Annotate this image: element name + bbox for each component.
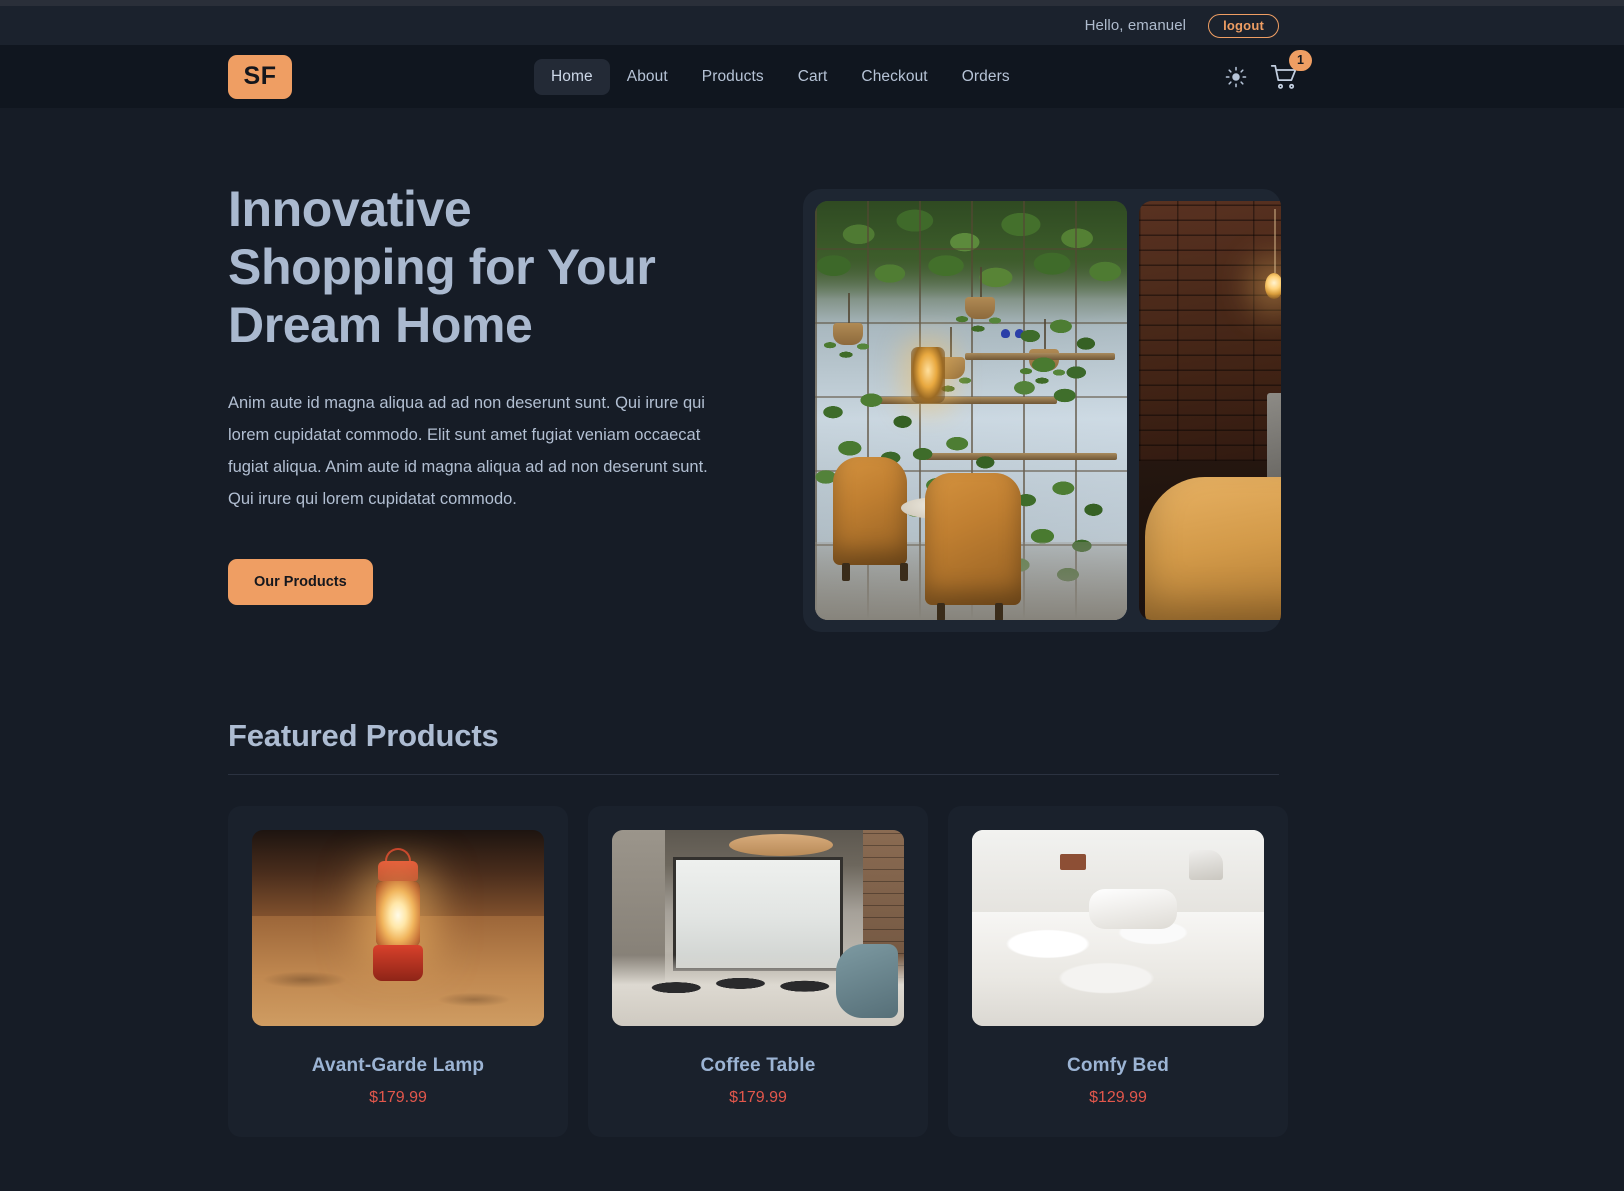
nav-item-about[interactable]: About — [610, 59, 685, 95]
product-thumbnail — [612, 830, 904, 1026]
nav-links: Home About Products Cart Checkout Orders — [534, 58, 1027, 95]
cart-count-badge: 1 — [1289, 49, 1312, 71]
teal-chair — [836, 944, 899, 1019]
nav-actions: 1 — [1225, 49, 1312, 91]
storefront-window — [673, 857, 843, 972]
stone-block — [1267, 393, 1281, 485]
hero-title-line-3: Dream Home — [228, 297, 533, 353]
hero-paragraph: Anim aute id magna aliqua ad ad non dese… — [228, 394, 708, 508]
blue-glass-1 — [1001, 329, 1010, 338]
hero-slide-cafe-plants[interactable] — [815, 201, 1127, 620]
nav-item-products[interactable]: Products — [685, 59, 781, 95]
theme-toggle-button[interactable] — [1225, 66, 1247, 88]
armchair-right — [925, 473, 1021, 620]
product-name: Coffee Table — [700, 1055, 816, 1076]
brick-wall — [1139, 201, 1281, 461]
hero-image-2 — [1139, 201, 1281, 620]
product-card-coffee-table[interactable]: Coffee Table $179.99 — [588, 806, 928, 1137]
product-price: $129.99 — [1089, 1089, 1147, 1106]
section-divider — [228, 774, 1279, 775]
product-thumbnail — [972, 830, 1264, 1026]
lantern-glass — [376, 881, 420, 948]
pillow — [1088, 888, 1177, 929]
wall-art — [1059, 853, 1086, 870]
armchair-left — [833, 457, 907, 581]
user-greeting: Hello, emanuel — [1084, 17, 1187, 34]
hanging-plant-2 — [955, 267, 1005, 343]
hanging-plant-1 — [823, 293, 873, 369]
site-logo[interactable]: SF — [228, 54, 292, 99]
hero-slide-brick-sofa[interactable] — [1139, 201, 1281, 620]
product-thumbnail — [252, 830, 544, 1026]
product-image-coffee-table — [612, 830, 904, 1026]
top-utility-bar: Hello, emanuel logout — [0, 6, 1624, 45]
nav-item-home[interactable]: Home — [534, 58, 610, 95]
nav-item-cart[interactable]: Cart — [781, 59, 845, 95]
nav-item-checkout[interactable]: Checkout — [844, 59, 944, 95]
product-price: $179.99 — [729, 1089, 787, 1106]
product-grid: Avant-Garde Lamp $179.99 Coffee Table $1… — [228, 806, 1288, 1137]
product-name: Comfy Bed — [1066, 1055, 1170, 1076]
product-name: Avant-Garde Lamp — [311, 1055, 485, 1076]
sun-icon — [1225, 66, 1247, 87]
app-screen: Hello, emanuel logout SF Home About Prod… — [0, 0, 1624, 1191]
logout-button[interactable]: logout — [1208, 13, 1279, 38]
nav-item-orders[interactable]: Orders — [945, 59, 1027, 95]
hero-copy: Innovative Shopping for Your Dream Home … — [228, 180, 728, 606]
featured-products-heading: Featured Products — [228, 718, 499, 753]
red-lantern — [367, 848, 429, 989]
tan-sofa — [1145, 477, 1281, 620]
product-card-lamp[interactable]: Avant-Garde Lamp $179.99 — [228, 806, 568, 1137]
main-navigation-bar: SF Home About Products Cart Checkout Ord… — [0, 45, 1624, 108]
hero-section: Innovative Shopping for Your Dream Home … — [0, 108, 1624, 688]
foliage-right — [1011, 311, 1107, 407]
our-products-button[interactable]: Our Products — [228, 559, 373, 606]
hero-title-line-1: Innovative — [228, 181, 472, 237]
lantern-base — [373, 945, 423, 982]
bedside-lamp — [1189, 849, 1224, 880]
pendant-lamp — [728, 833, 833, 856]
hero-title-line-2: Shopping for Your — [228, 239, 656, 295]
hanging-bulb — [1265, 209, 1281, 299]
hero-image-1 — [815, 201, 1127, 620]
hero-title: Innovative Shopping for Your Dream Home — [228, 180, 728, 354]
product-image-lamp — [252, 830, 544, 1026]
lantern-cap — [378, 861, 418, 882]
duvet — [972, 912, 1264, 1026]
product-card-comfy-bed[interactable]: Comfy Bed $129.99 — [948, 806, 1288, 1137]
product-image-bed — [972, 830, 1264, 1026]
hero-image-carousel[interactable] — [803, 189, 1281, 632]
product-price: $179.99 — [369, 1089, 427, 1106]
cart-button[interactable]: 1 — [1269, 49, 1312, 91]
